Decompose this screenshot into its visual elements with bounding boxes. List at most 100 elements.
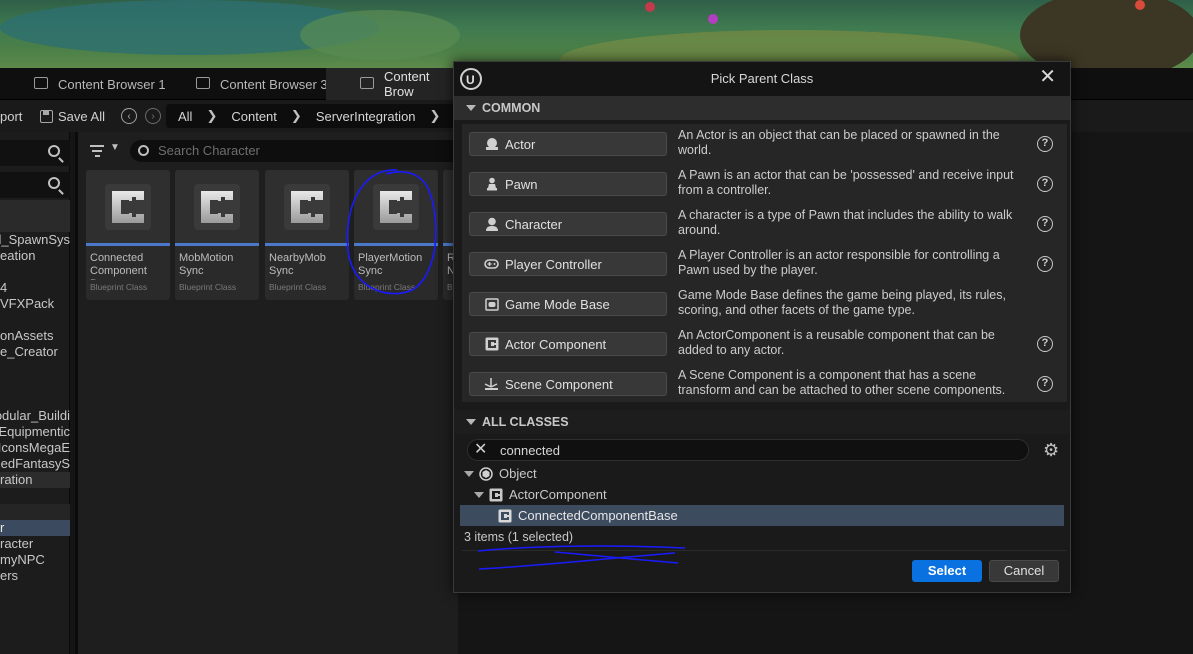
- chevron-right-icon[interactable]: ❯: [430, 108, 441, 124]
- game-mode-base-class-button[interactable]: Game Mode Base: [469, 292, 667, 316]
- import-button[interactable]: port: [0, 100, 22, 132]
- help-icon[interactable]: ?: [1037, 376, 1053, 392]
- asset-name: Connected Component B...: [90, 252, 147, 280]
- asset-search-input[interactable]: Search Character: [130, 140, 458, 162]
- class-description: Game Mode Base defines the game being pl…: [678, 288, 1006, 317]
- search-icon: [138, 145, 149, 156]
- common-header-label: COMMON: [482, 101, 541, 115]
- character-class-button[interactable]: Character: [469, 212, 667, 236]
- class-label: Player Controller: [505, 256, 602, 272]
- tab-content-browser-1[interactable]: Content Browser 1: [0, 68, 170, 100]
- sources-search-bar[interactable]: [0, 140, 70, 166]
- filter-icon[interactable]: [90, 145, 104, 157]
- save-all-button[interactable]: Save All: [40, 100, 105, 132]
- common-class-row: Pawn A Pawn is an actor that can be 'pos…: [462, 164, 1067, 204]
- sidebar-folder[interactable]: myNPC: [0, 552, 70, 568]
- breadcrumb-serverintegration[interactable]: ServerIntegration: [316, 109, 416, 124]
- blueprint-class-icon: [354, 170, 438, 246]
- sidebar-folder[interactable]: e_Creator: [0, 344, 70, 360]
- tree-item-actorcomponent[interactable]: ActorComponent: [460, 484, 1064, 505]
- folder-icon: [360, 77, 374, 89]
- asset-name: NearbyMob Sync: [269, 252, 326, 277]
- asset-tile[interactable]: Connected Component B... Blueprint Class: [86, 170, 170, 300]
- common-classes-list: Actor An Actor is an object that can be …: [462, 124, 1067, 402]
- sidebar-folder[interactable]: racter: [0, 536, 70, 552]
- folder-icon: [196, 77, 210, 89]
- help-icon[interactable]: ?: [1037, 256, 1053, 272]
- game-mode-icon: [484, 297, 499, 311]
- class-label: Game Mode Base: [505, 296, 610, 312]
- component-icon: [484, 337, 499, 351]
- help-icon[interactable]: ?: [1037, 136, 1053, 152]
- asset-type: Blueprint Class: [90, 282, 148, 292]
- player-controller-class-button[interactable]: Player Controller: [469, 252, 667, 276]
- sidebar-folder[interactable]: ers: [0, 568, 70, 584]
- class-description: An Actor is an object that can be placed…: [678, 128, 1000, 157]
- tab-content-browser-3[interactable]: Content Browser 3: [162, 68, 332, 100]
- sidebar-folder[interactable]: odular_Buildi: [0, 408, 70, 424]
- character-icon: [484, 217, 499, 231]
- asset-tile[interactable]: PlayerMotion Sync Blueprint Class: [354, 170, 438, 300]
- gear-icon[interactable]: ⚙: [1043, 441, 1059, 459]
- sidebar-folder[interactable]: l_SpawnSys: [0, 232, 70, 248]
- clear-icon[interactable]: ✕: [474, 441, 487, 459]
- all-classes-section-header[interactable]: ALL CLASSES: [454, 410, 1070, 434]
- save-icon: [40, 109, 53, 123]
- chevron-right-icon[interactable]: ❯: [291, 108, 302, 124]
- common-section-header[interactable]: COMMON: [454, 96, 1070, 120]
- sidebar-folder-selected[interactable]: r: [0, 520, 70, 536]
- search-icon: [48, 177, 60, 189]
- chevron-down-icon[interactable]: ▼: [110, 142, 120, 153]
- component-icon: [498, 509, 512, 523]
- blueprint-class-icon: [86, 170, 170, 246]
- breadcrumb-content[interactable]: Content: [231, 109, 277, 124]
- all-classes-header-label: ALL CLASSES: [482, 415, 569, 429]
- expand-triangle-icon[interactable]: [464, 470, 474, 477]
- asset-tile[interactable]: NearbyMob Sync Blueprint Class: [265, 170, 349, 300]
- scene-component-class-button[interactable]: Scene Component: [469, 372, 667, 396]
- sidebar-folder[interactable]: 4: [0, 280, 70, 296]
- cancel-button[interactable]: Cancel: [989, 560, 1059, 582]
- unreal-logo-icon: [460, 63, 482, 97]
- asset-name: MobMotion Sync: [179, 252, 234, 277]
- class-label: Pawn: [505, 176, 538, 192]
- collapse-triangle-icon: [466, 419, 476, 425]
- scene-component-icon: [484, 377, 499, 391]
- tree-item-object[interactable]: Object: [460, 463, 1064, 484]
- asset-tile[interactable]: MobMotion Sync Blueprint Class: [175, 170, 259, 300]
- tab-content-browser-active[interactable]: Content Brow: [326, 68, 456, 100]
- import-label: port: [0, 108, 23, 124]
- class-filter-input[interactable]: ✕ connected: [467, 439, 1029, 461]
- tree-label: Object: [499, 466, 537, 481]
- sidebar-folder[interactable]: VFXPack: [0, 296, 70, 312]
- tree-item-connectedcomponentbase[interactable]: ConnectedComponentBase: [460, 505, 1064, 526]
- help-icon[interactable]: ?: [1037, 216, 1053, 232]
- sidebar-folder[interactable]: lIconsMegaE: [0, 440, 70, 456]
- class-label: Actor: [505, 136, 536, 152]
- help-icon[interactable]: ?: [1037, 336, 1053, 352]
- sidebar-folder[interactable]: ration: [0, 472, 70, 488]
- path-search-bar[interactable]: [0, 172, 70, 198]
- sidebar-folder[interactable]: zedFantasyS: [0, 456, 70, 472]
- class-description: An ActorComponent is a reusable componen…: [678, 328, 995, 357]
- help-icon[interactable]: ?: [1037, 176, 1053, 192]
- sidebar-folder[interactable]: Equipmentic: [0, 424, 70, 440]
- select-button[interactable]: Select: [912, 560, 982, 582]
- actor-class-button[interactable]: Actor: [469, 132, 667, 156]
- pawn-class-button[interactable]: Pawn: [469, 172, 667, 196]
- back-icon[interactable]: ‹: [121, 108, 137, 124]
- chevron-right-icon[interactable]: ❯: [206, 108, 217, 124]
- actor-icon: [484, 137, 499, 151]
- close-icon[interactable]: ✕: [1039, 62, 1056, 92]
- sidebar-folder[interactable]: eation: [0, 248, 70, 264]
- forward-icon[interactable]: ›: [145, 108, 161, 124]
- common-class-row: Actor An Actor is an object that can be …: [462, 124, 1067, 164]
- class-filter-value: connected: [500, 443, 560, 458]
- pawn-icon: [484, 177, 499, 191]
- actor-component-class-button[interactable]: Actor Component: [469, 332, 667, 356]
- dialog-title-bar[interactable]: Pick Parent Class ✕: [454, 62, 1070, 97]
- sidebar-folder[interactable]: onAssets: [0, 328, 70, 344]
- expand-triangle-icon[interactable]: [474, 491, 484, 498]
- class-description: A Scene Component is a component that ha…: [678, 368, 1006, 397]
- breadcrumb-all[interactable]: All: [178, 109, 192, 124]
